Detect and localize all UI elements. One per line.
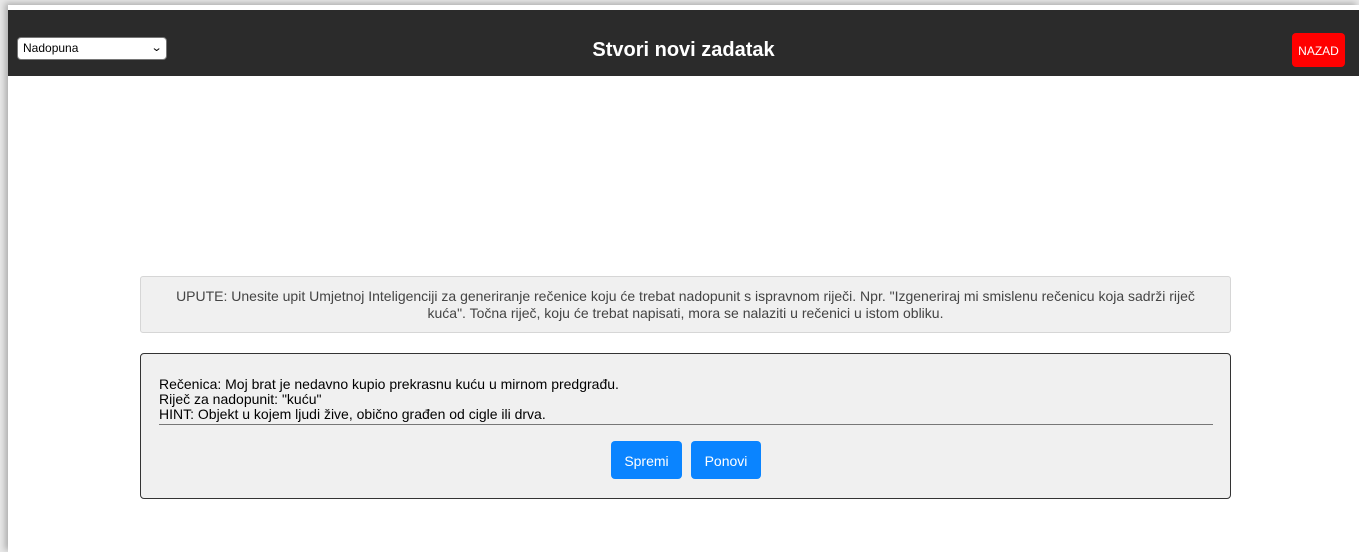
generated-result-text: Rečenica: Moj brat je nedavno kupio prek…	[159, 377, 1213, 425]
generated-result-panel: Rečenica: Moj brat je nedavno kupio prek…	[140, 353, 1231, 499]
hint-line: HINT: Objekt u kojem ljudi žive, obično …	[159, 406, 546, 422]
retry-button[interactable]: Ponovi	[691, 441, 761, 479]
answer-word-line: Riječ za nadopunit: "kuću"	[159, 391, 322, 407]
sentence-line: Rečenica: Moj brat je nedavno kupio prek…	[159, 376, 619, 392]
app-window: Nadopuna ⌄ Stvori novi zadatak NAZAD UPU…	[8, 5, 1359, 552]
top-bar: Nadopuna ⌄ Stvori novi zadatak NAZAD	[8, 10, 1359, 76]
page-title: Stvori novi zadatak	[592, 39, 775, 61]
instructions-box: UPUTE: Unesite upit Umjetnoj Inteligenci…	[140, 276, 1231, 333]
back-button[interactable]: NAZAD	[1292, 33, 1345, 67]
save-button[interactable]: Spremi	[611, 441, 682, 479]
